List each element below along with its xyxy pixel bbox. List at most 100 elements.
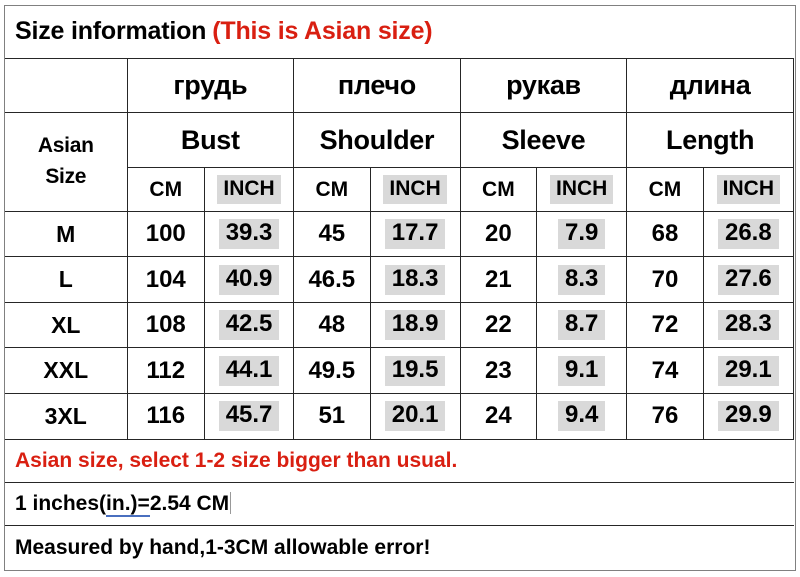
note-asian-size-text: Asian size, select 1-2 size bigger than … [15,448,458,472]
inch-highlight: 29.9 [717,401,779,432]
cell-bust-inch: 39.3 [203,210,295,258]
inch-highlight: 7.9 [557,219,606,250]
cell-bust-cm: 104 [126,256,205,303]
cell-shoulder-cm: 51 [293,393,371,440]
cell-bust-inch: 40.9 [203,256,295,303]
header-unit-bust-cm: CM [126,167,205,212]
note-conversion-prefix: 1 inches( [15,492,107,516]
note-row-2: 1 inches(in.)=2.54 CM [5,481,794,527]
header-asian-size: Asian Size [5,111,128,212]
inch-highlight: 42.5 [218,310,280,341]
inch-highlight: 8.3 [557,264,606,295]
cell-sleeve-cm: 22 [459,301,538,349]
cell-shoulder-cm: 49.5 [293,347,371,395]
inch-highlight: 44.1 [218,355,280,386]
inch-highlight: INCH [217,175,281,204]
table-row: 3XL 116 45.7 51 20.1 24 9.4 76 29.9 [5,393,795,440]
cell-length-cm: 74 [626,347,704,395]
header-unit-length-inch: INCH [702,167,795,212]
cell-bust-cm: 116 [126,393,205,440]
cell-bust-inch: 45.7 [203,393,295,440]
note-asian-size: Asian size, select 1-2 size bigger than … [5,438,794,484]
header-ru-shoulder: плечо [293,57,461,113]
cell-size: L [5,256,128,303]
smart-tag-underline: in.)= [106,492,150,518]
inch-highlight: 20.1 [384,401,446,432]
size-chart-page: Size information (This is Asian size) гру… [0,0,800,577]
text-cursor-caret [230,492,232,515]
cell-shoulder-cm: 46.5 [293,256,371,303]
cell-size: XXL [5,347,128,395]
cell-bust-inch: 44.1 [203,347,295,395]
title-main-text: Size information [15,17,207,46]
header-en-shoulder: Shoulder [293,111,461,169]
inch-highlight: INCH [550,175,614,204]
header-unit-shoulder-inch: INCH [369,167,461,212]
inch-highlight: INCH [716,175,780,204]
cell-length-cm: 70 [626,256,704,303]
header-corner-blank [5,57,128,113]
inch-highlight: 27.6 [717,264,779,295]
inch-highlight: 9.1 [557,355,606,386]
cell-sleeve-inch: 7.9 [536,210,628,258]
cell-sleeve-cm: 21 [459,256,538,303]
cell-shoulder-inch: 17.7 [369,210,461,258]
inch-highlight: 9.4 [557,401,606,432]
table-row: L 104 40.9 46.5 18.3 21 8.3 70 27.6 [5,256,795,303]
inch-highlight: 40.9 [218,264,280,295]
cell-length-inch: 26.8 [702,210,795,258]
cell-sleeve-cm: 24 [459,393,538,440]
cell-sleeve-inch: 9.1 [536,347,628,395]
header-en-length: Length [626,111,794,169]
cell-shoulder-cm: 45 [293,210,371,258]
inch-highlight: 26.8 [717,219,779,250]
cell-length-inch: 29.1 [702,347,795,395]
english-header-row: Asian Size Bust Shoulder Sleeve Length [5,111,794,212]
header-unit-bust-inch: INCH [203,167,295,212]
cell-shoulder-inch: 20.1 [369,393,461,440]
header-unit-length-cm: CM [626,167,704,212]
cell-length-inch: 29.9 [702,393,795,440]
note-conversion-suffix: 2.54 CM [149,492,230,516]
cell-size: M [5,210,128,258]
cell-sleeve-inch: 8.3 [536,256,628,303]
inch-highlight: 8.7 [557,310,606,341]
title-row: Size information (This is Asian size) [5,6,794,59]
inch-highlight: 28.3 [717,310,779,341]
cell-bust-cm: 100 [126,210,205,258]
header-ru-sleeve: рукав [459,57,628,113]
table-row: XXL 112 44.1 49.5 19.5 23 9.1 74 29.1 [5,347,795,395]
cell-bust-cm: 112 [126,347,205,395]
size-chart-frame: Size information (This is Asian size) гру… [4,5,796,571]
note-row-3: Measured by hand,1-3CM allowable error! [5,525,794,569]
cell-bust-cm: 108 [126,301,205,349]
header-ru-length: длина [626,57,794,113]
table-row: XL 108 42.5 48 18.9 22 8.7 72 28.3 [5,301,795,349]
inch-highlight: 18.9 [384,310,446,341]
header-unit-shoulder-cm: CM [293,167,371,212]
inch-highlight: 18.3 [384,264,446,295]
inch-highlight: INCH [383,175,447,204]
cell-length-cm: 76 [626,393,704,440]
cell-sleeve-inch: 8.7 [536,301,628,349]
cell-size: 3XL [5,393,128,440]
header-en-sleeve: Sleeve [459,111,628,169]
cell-sleeve-inch: 9.4 [536,393,628,440]
cell-length-inch: 27.6 [702,256,795,303]
russian-header-row: грудь плечо рукав длина [5,57,794,113]
table-row: M 100 39.3 45 17.7 20 7.9 68 26.8 [5,210,795,258]
header-ru-bust: грудь [126,57,295,113]
cell-sleeve-cm: 20 [459,210,538,258]
cell-length-cm: 68 [626,210,704,258]
cell-length-cm: 72 [626,301,704,349]
cell-size: XL [5,301,128,349]
note-conversion-text: 1 inches(in.)=2.54 CM [15,492,232,518]
cell-shoulder-inch: 18.3 [369,256,461,303]
header-asian-size-line1: Asian [37,134,94,158]
cell-sleeve-cm: 23 [459,347,538,395]
header-en-bust: Bust [126,111,295,169]
cell-shoulder-inch: 19.5 [369,347,461,395]
page-title: Size information (This is Asian size) [5,6,794,59]
cell-shoulder-cm: 48 [293,301,371,349]
inch-highlight: 19.5 [384,355,446,386]
